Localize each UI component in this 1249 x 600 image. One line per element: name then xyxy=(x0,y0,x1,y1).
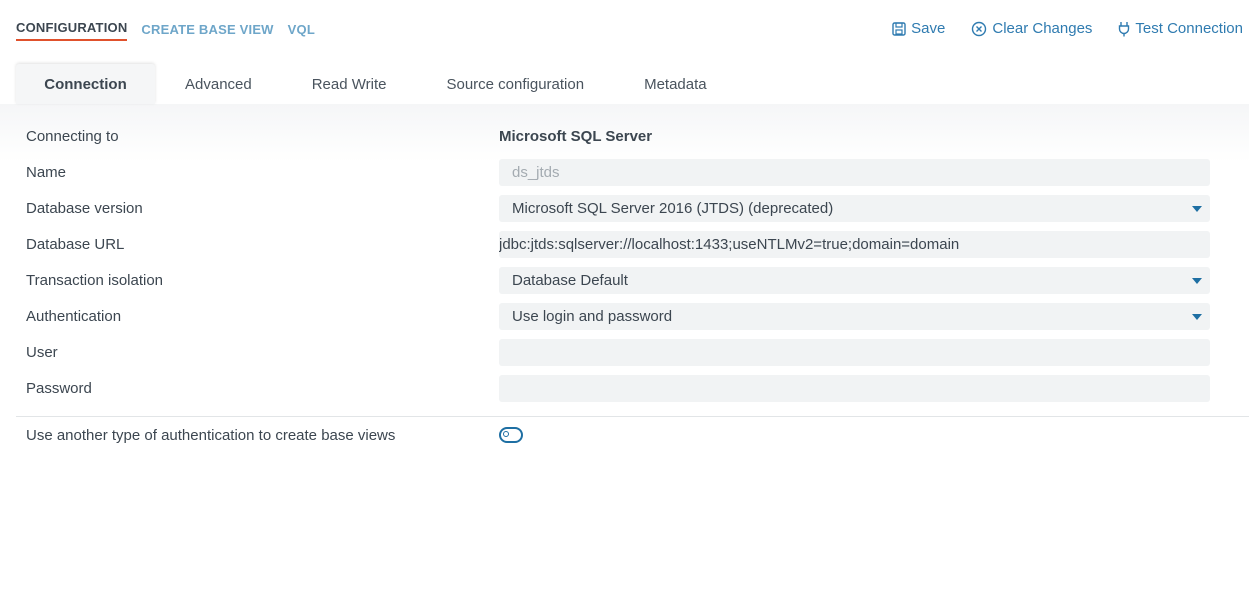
form-row-transaction-isolation: Transaction isolation Database Default xyxy=(0,262,1249,298)
transaction-isolation-select[interactable]: Database Default xyxy=(499,267,1210,294)
tab-advanced[interactable]: Advanced xyxy=(155,64,282,104)
save-label: Save xyxy=(911,20,946,37)
save-icon xyxy=(892,21,906,36)
nav-vql[interactable]: VQL xyxy=(288,22,315,41)
test-connection-button[interactable]: Test Connection xyxy=(1118,20,1243,37)
plug-icon xyxy=(1118,21,1130,37)
connecting-to-value: Microsoft SQL Server xyxy=(499,128,653,145)
form-row-alt-auth: Use another type of authentication to cr… xyxy=(0,420,1249,450)
chevron-down-icon xyxy=(1192,206,1202,212)
test-connection-label: Test Connection xyxy=(1135,20,1243,37)
database-version-value: Microsoft SQL Server 2016 (JTDS) (deprec… xyxy=(512,200,834,217)
form-row-name: Name ds_jtds xyxy=(0,154,1249,190)
clear-icon xyxy=(971,21,987,37)
chevron-down-icon xyxy=(1192,314,1202,320)
form-row-database-url: Database URL jdbc:jtds:sqlserver://local… xyxy=(0,226,1249,262)
clear-changes-button[interactable]: Clear Changes xyxy=(971,20,1092,37)
user-label: User xyxy=(26,344,58,361)
nav-create-base-view[interactable]: CREATE BASE VIEW xyxy=(141,22,273,41)
user-input[interactable] xyxy=(499,339,1210,366)
tab-connection[interactable]: Connection xyxy=(16,64,155,104)
database-version-select[interactable]: Microsoft SQL Server 2016 (JTDS) (deprec… xyxy=(499,195,1210,222)
tab-metadata[interactable]: Metadata xyxy=(614,64,737,104)
action-bar: Save Clear Changes Test Connection xyxy=(892,20,1243,37)
nav-configuration[interactable]: CONFIGURATION xyxy=(16,20,128,41)
form-row-user: User xyxy=(0,334,1249,370)
form-row-password: Password xyxy=(0,370,1249,406)
database-url-input[interactable]: jdbc:jtds:sqlserver://localhost:1433;use… xyxy=(499,231,1210,258)
top-nav: CONFIGURATION CREATE BASE VIEW VQL xyxy=(16,20,315,41)
name-label: Name xyxy=(26,164,67,181)
save-button[interactable]: Save xyxy=(892,20,945,37)
name-field: ds_jtds xyxy=(499,159,1210,186)
authentication-select[interactable]: Use login and password xyxy=(499,303,1210,330)
divider xyxy=(16,416,1249,417)
toggle-knob xyxy=(503,431,509,437)
chevron-down-icon xyxy=(1192,278,1202,284)
tab-source-configuration[interactable]: Source configuration xyxy=(416,64,614,104)
database-version-label: Database version xyxy=(26,200,143,217)
transaction-isolation-label: Transaction isolation xyxy=(26,272,164,289)
tab-read-write[interactable]: Read Write xyxy=(282,64,417,104)
database-url-label: Database URL xyxy=(26,236,125,253)
password-label: Password xyxy=(26,380,92,397)
clear-changes-label: Clear Changes xyxy=(992,20,1093,37)
transaction-isolation-value: Database Default xyxy=(512,272,628,289)
connection-form: Connecting to Microsoft SQL Server Name … xyxy=(0,118,1249,406)
alt-auth-toggle[interactable] xyxy=(499,427,523,443)
connecting-to-label: Connecting to xyxy=(26,128,119,145)
password-input[interactable] xyxy=(499,375,1210,402)
alt-auth-label: Use another type of authentication to cr… xyxy=(26,427,396,444)
form-row-database-version: Database version Microsoft SQL Server 20… xyxy=(0,190,1249,226)
authentication-value: Use login and password xyxy=(512,308,673,325)
configuration-page: CONFIGURATION CREATE BASE VIEW VQL Save xyxy=(0,0,1249,600)
form-row-authentication: Authentication Use login and password xyxy=(0,298,1249,334)
form-row-connecting-to: Connecting to Microsoft SQL Server xyxy=(0,118,1249,154)
authentication-label: Authentication xyxy=(26,308,122,325)
tab-bar: Connection Advanced Read Write Source co… xyxy=(16,64,1249,104)
